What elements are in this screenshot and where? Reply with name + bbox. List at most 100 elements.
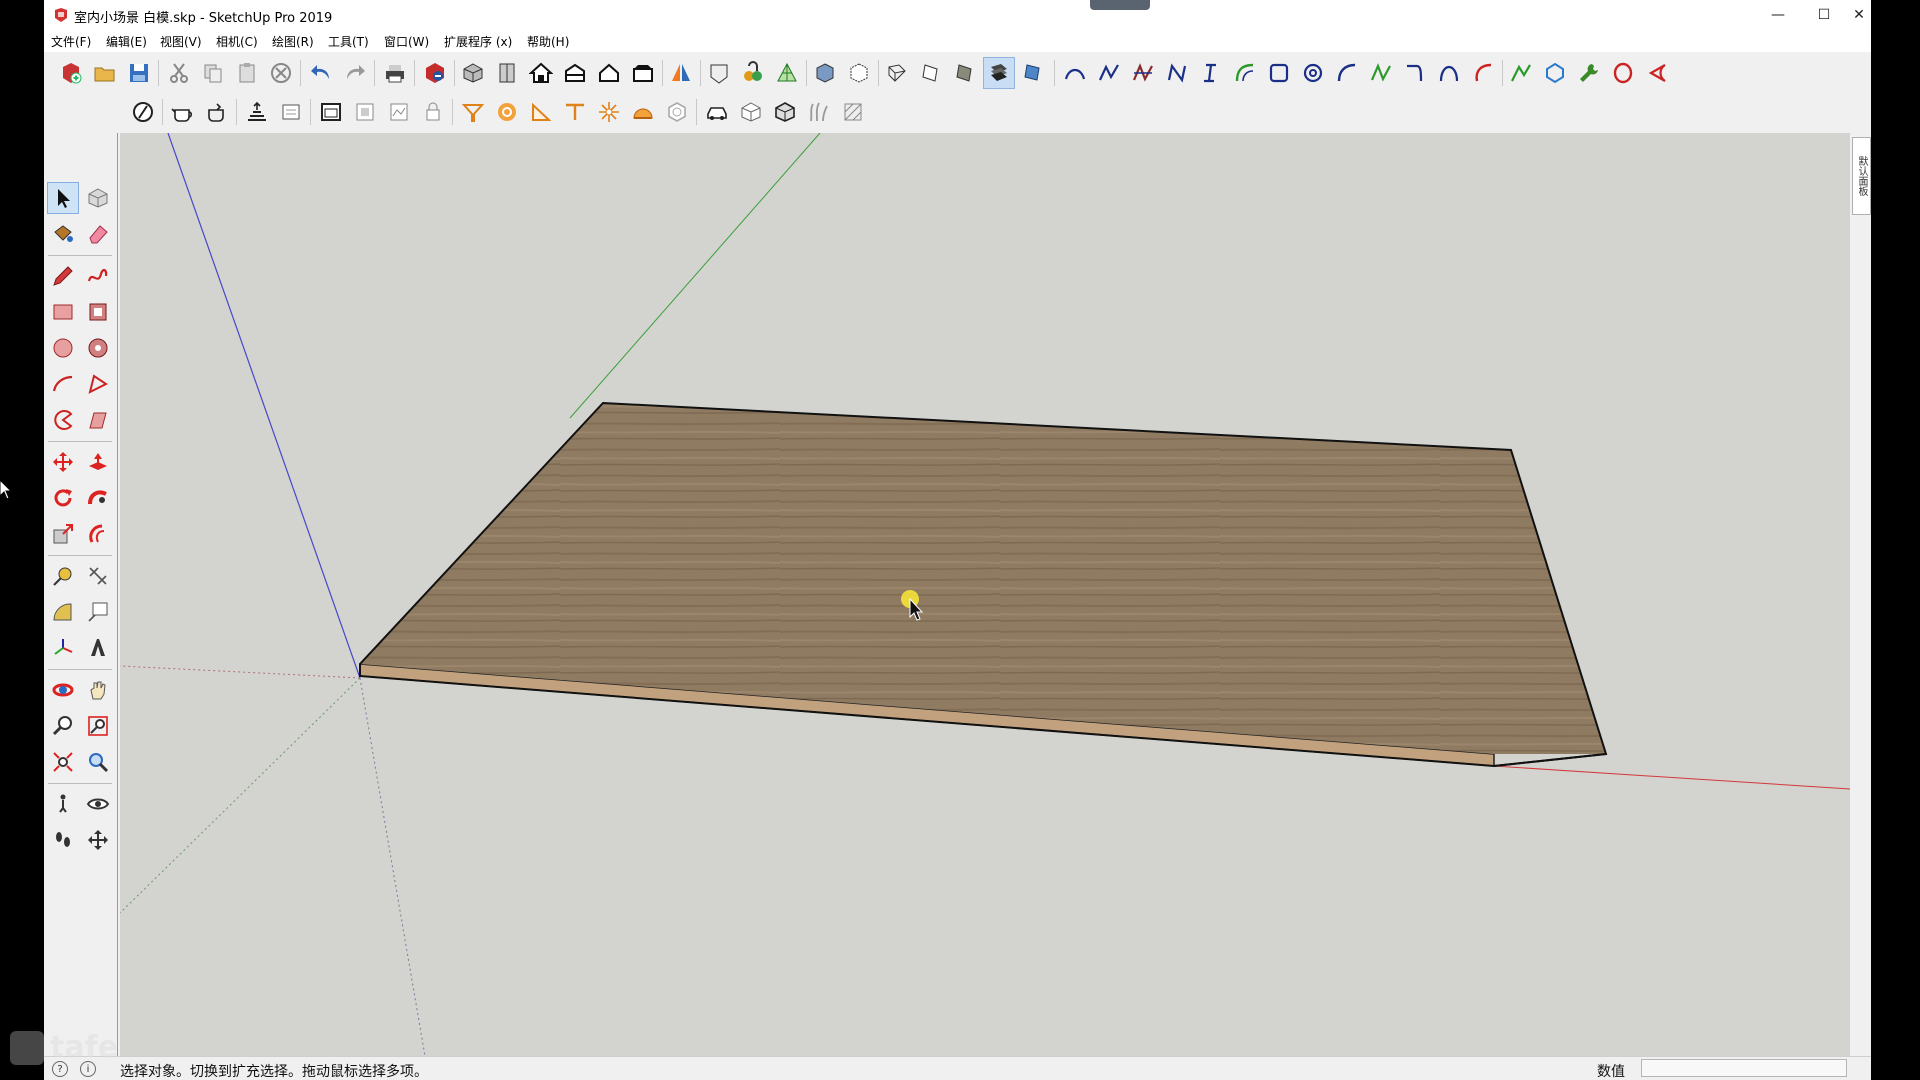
views-back-icon[interactable] [594, 58, 624, 88]
open-folder-icon[interactable] [90, 58, 120, 88]
t-tool-icon[interactable] [560, 97, 590, 127]
style-monochrome-icon[interactable] [1018, 58, 1048, 88]
style-xray-icon[interactable] [810, 58, 840, 88]
pie-tool-icon[interactable] [48, 405, 78, 435]
minimize-button[interactable]: — [1755, 0, 1801, 30]
position-camera-tool-icon[interactable] [48, 789, 78, 819]
previous-view-tool-icon[interactable] [83, 747, 113, 777]
measurements-input[interactable] [1641, 1059, 1847, 1077]
save-icon[interactable] [124, 58, 154, 88]
curve-arc3-icon[interactable] [1434, 58, 1464, 88]
menu-window[interactable]: 窗口(W) [384, 33, 429, 50]
views-right-icon[interactable] [560, 58, 590, 88]
sandbox-tools-icon[interactable] [772, 58, 802, 88]
menu-file[interactable]: 文件(F) [51, 33, 91, 50]
dome-icon[interactable] [628, 97, 658, 127]
curve-n-icon[interactable] [1162, 58, 1192, 88]
redo-icon[interactable] [340, 58, 370, 88]
orbit-tool-icon[interactable] [48, 675, 78, 705]
menu-extensions[interactable]: 扩展程序 (x) [444, 33, 512, 50]
pencil-tool-icon[interactable] [48, 261, 78, 291]
teapot-b-icon[interactable] [202, 97, 232, 127]
sparkle-icon[interactable] [594, 97, 624, 127]
dimension-tool-icon[interactable] [83, 561, 113, 591]
layer-box-icon[interactable] [276, 97, 306, 127]
solid-outer-shell-icon[interactable] [704, 58, 734, 88]
curve-polygon-icon[interactable] [1540, 58, 1570, 88]
style-wireframe-icon[interactable] [882, 58, 912, 88]
maximize-button[interactable]: ☐ [1801, 0, 1847, 30]
curve-arc-icon[interactable] [1060, 58, 1090, 88]
menu-help[interactable]: 帮助(H) [527, 33, 569, 50]
curve-green-arc-icon[interactable] [1230, 58, 1260, 88]
curve-wrench-icon[interactable] [1574, 58, 1604, 88]
scale-tool-icon[interactable] [48, 519, 78, 549]
curve-square-icon[interactable] [1264, 58, 1294, 88]
circle-tool-icon[interactable] [48, 333, 78, 363]
curve-hook-icon[interactable] [1400, 58, 1430, 88]
title-bar[interactable]: 室内小场景 白模.skp - SketchUp Pro 2019 — ☐ ✕ [44, 0, 1871, 30]
paint-bucket-tool-icon[interactable] [48, 219, 78, 249]
menu-draw[interactable]: 绘图(R) [272, 33, 314, 50]
protractor-tool-icon[interactable] [48, 597, 78, 627]
menu-tools[interactable]: 工具(T) [328, 33, 369, 50]
views-left-icon[interactable] [628, 58, 658, 88]
layer-up-icon[interactable] [242, 97, 272, 127]
angle-tool-icon[interactable] [526, 97, 556, 127]
style-hidden-line-icon[interactable] [916, 58, 946, 88]
erase-circle-icon[interactable] [266, 58, 296, 88]
push-pull-tool-icon[interactable] [83, 447, 113, 477]
cut-icon[interactable] [164, 58, 194, 88]
curve-v-icon[interactable] [1506, 58, 1536, 88]
car-tool-icon[interactable] [702, 97, 732, 127]
follow-me-tool-icon[interactable] [83, 483, 113, 513]
eraser-tool-icon[interactable] [83, 219, 113, 249]
modeling-viewport[interactable] [120, 133, 1850, 1056]
curve-red-circle-icon[interactable] [1608, 58, 1638, 88]
section-plane-icon[interactable] [666, 58, 696, 88]
curve-red-loop-icon[interactable] [1642, 58, 1672, 88]
three-point-arc-tool-icon[interactable] [83, 405, 113, 435]
tape-measure-tool-icon[interactable] [48, 561, 78, 591]
curve-spiral-icon[interactable] [1298, 58, 1328, 88]
text-tool-icon[interactable] [83, 597, 113, 627]
copy-icon[interactable] [198, 58, 228, 88]
curve-i-icon[interactable] [1196, 58, 1226, 88]
menu-edit[interactable]: 编辑(E) [106, 33, 147, 50]
frame-c-icon[interactable] [384, 97, 414, 127]
frame-a-icon[interactable] [316, 97, 346, 127]
print-icon[interactable] [380, 58, 410, 88]
move-tool-icon[interactable] [48, 447, 78, 477]
default-tray-tab[interactable]: 默认面板 [1852, 137, 1871, 215]
teapot-a-icon[interactable] [168, 97, 198, 127]
grass-icon[interactable] [804, 97, 834, 127]
rectangle-tool-icon[interactable] [48, 297, 78, 327]
target-rings-icon[interactable] [492, 97, 522, 127]
offset-tool-icon[interactable] [83, 519, 113, 549]
hexagon-icon[interactable] [662, 97, 692, 127]
axes-tool-icon[interactable] [48, 633, 78, 663]
section-tool-icon[interactable] [83, 825, 113, 855]
frame-b-icon[interactable] [350, 97, 380, 127]
shaded-cube-icon[interactable] [838, 97, 868, 127]
freehand-tool-icon[interactable] [83, 261, 113, 291]
rotate-tool-icon[interactable] [48, 483, 78, 513]
plugin-lamp-icon[interactable] [458, 97, 488, 127]
arc-tool-icon[interactable] [48, 369, 78, 399]
views-iso-icon[interactable] [458, 58, 488, 88]
menu-camera[interactable]: 相机(C) [216, 33, 258, 50]
cube-a-icon[interactable] [736, 97, 766, 127]
walk-tool-icon[interactable] [48, 825, 78, 855]
sketchup-ruby-icon[interactable] [420, 58, 450, 88]
warehouse-add-icon[interactable] [56, 58, 86, 88]
curve-line-icon[interactable] [1094, 58, 1124, 88]
undo-icon[interactable] [306, 58, 336, 88]
look-around-tool-icon[interactable] [83, 789, 113, 819]
views-top-icon[interactable] [492, 58, 522, 88]
paste-icon[interactable] [232, 58, 262, 88]
lock-icon[interactable] [418, 97, 448, 127]
polygon-tool-icon[interactable] [83, 333, 113, 363]
style-backedges-icon[interactable] [844, 58, 874, 88]
curve-red-arc-icon[interactable] [1468, 58, 1498, 88]
component-tool-icon[interactable] [83, 183, 113, 213]
